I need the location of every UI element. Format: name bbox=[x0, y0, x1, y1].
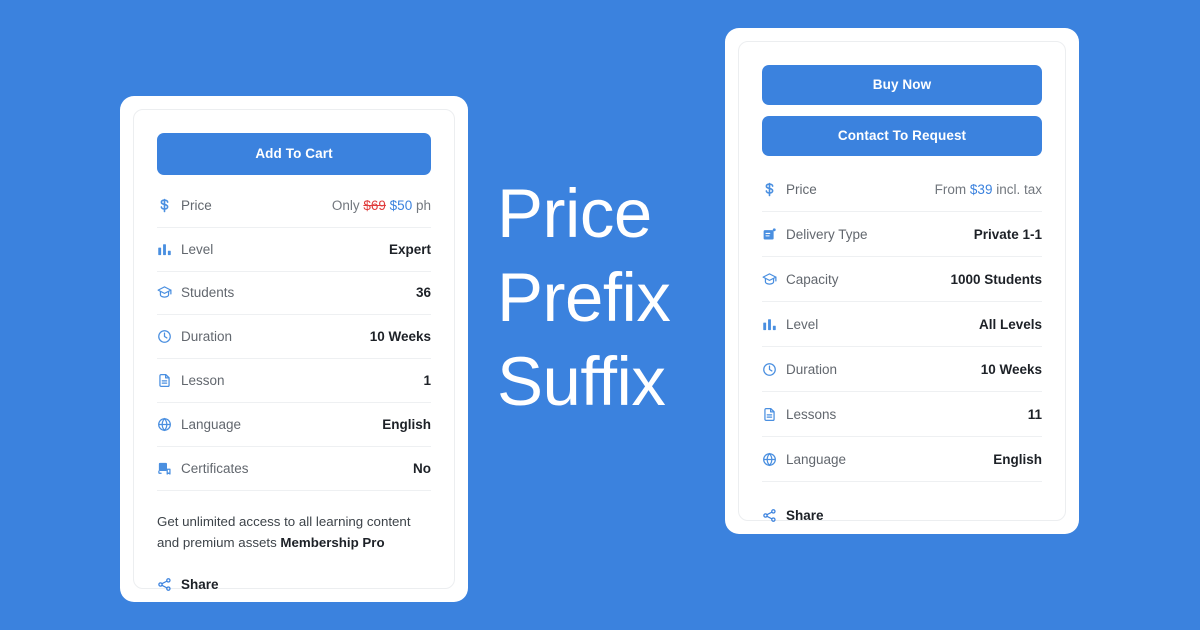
graduation-cap-icon bbox=[762, 272, 777, 287]
spec-value-text: 10 Weeks bbox=[980, 361, 1042, 377]
clock-icon bbox=[762, 362, 777, 377]
share-icon bbox=[762, 508, 777, 523]
price-new: $39 bbox=[969, 181, 993, 197]
share-button-right[interactable]: Share bbox=[762, 482, 1042, 523]
spec-label-group: Duration bbox=[762, 362, 837, 377]
spec-label-group: Price bbox=[157, 198, 212, 213]
spec-label-text: Price bbox=[786, 181, 817, 197]
spec-row-language: Language English bbox=[762, 437, 1042, 482]
spec-row-lessons: Lessons 11 bbox=[762, 392, 1042, 437]
spec-value-price: Only $69 $50 ph bbox=[332, 198, 431, 213]
spec-label-text: Delivery Type bbox=[786, 226, 868, 242]
spec-value-text: 11 bbox=[1027, 406, 1042, 422]
spec-label-group: Delivery Type bbox=[762, 227, 868, 242]
spec-value-text: 1 bbox=[423, 373, 431, 389]
globe-icon bbox=[762, 452, 777, 467]
add-to-cart-button[interactable]: Add To Cart bbox=[157, 133, 431, 175]
spec-label-group: Duration bbox=[157, 329, 232, 344]
spec-label-text: Lessons bbox=[786, 406, 837, 422]
clock-icon bbox=[157, 329, 172, 344]
document-icon bbox=[762, 407, 777, 422]
share-icon bbox=[157, 577, 172, 592]
share-label: Share bbox=[786, 508, 824, 523]
buy-now-button[interactable]: Buy Now bbox=[762, 65, 1042, 105]
spec-label-group: Lessons bbox=[762, 407, 836, 422]
left-card-panel: Add To Cart Price Only $69 $50 ph Level … bbox=[133, 109, 455, 592]
spec-label-group: Level bbox=[157, 242, 213, 257]
left-spec-list: Price Only $69 $50 ph Level Expert Stude… bbox=[157, 184, 431, 491]
headline-line-2: Prefix bbox=[497, 259, 671, 337]
spec-label-text: Language bbox=[181, 416, 242, 432]
spec-row-level: Level All Levels bbox=[762, 302, 1042, 347]
bar-chart-icon bbox=[762, 317, 777, 332]
membership-note: Get unlimited access to all learning con… bbox=[157, 491, 431, 553]
share-button-left[interactable]: Share bbox=[157, 553, 431, 592]
right-pricing-card: Buy Now Contact To Request Price From $3… bbox=[725, 28, 1079, 534]
spec-label-group: Capacity bbox=[762, 272, 839, 287]
price-prefix: From bbox=[934, 181, 967, 197]
spec-row-students: Students 36 bbox=[157, 272, 431, 316]
spec-row-language: Language English bbox=[157, 403, 431, 447]
graduation-cap-icon bbox=[157, 285, 172, 300]
page-title: Price Prefix Suffix bbox=[497, 172, 717, 425]
spec-value-text: 1000 Students bbox=[950, 271, 1042, 287]
spec-row-price: Price From $39 incl. tax bbox=[762, 167, 1042, 212]
spec-label-text: Capacity bbox=[786, 271, 839, 287]
spec-row-duration: Duration 10 Weeks bbox=[157, 315, 431, 360]
bar-chart-icon bbox=[157, 242, 172, 257]
spec-label-text: Language bbox=[786, 451, 847, 467]
spec-value-text: English bbox=[382, 416, 431, 432]
spec-row-level: Level Expert bbox=[157, 228, 431, 272]
spec-label-group: Language bbox=[157, 417, 241, 432]
headline-line-3: Suffix bbox=[497, 343, 666, 421]
price-prefix: Only bbox=[331, 197, 360, 213]
dollar-icon bbox=[762, 182, 777, 197]
spec-label-text: Lesson bbox=[181, 373, 225, 389]
certificate-icon bbox=[157, 461, 172, 476]
spec-label-text: Students bbox=[181, 285, 235, 301]
globe-icon bbox=[157, 417, 172, 432]
spec-value-price: From $39 incl. tax bbox=[935, 182, 1042, 197]
spec-value-text: All Levels bbox=[978, 316, 1042, 332]
spec-value-text: Private 1-1 bbox=[973, 226, 1042, 242]
spec-label-text: Level bbox=[786, 316, 819, 332]
spec-row-delivery-type: Delivery Type Private 1-1 bbox=[762, 212, 1042, 257]
share-label: Share bbox=[181, 576, 219, 592]
spec-label-group: Certificates bbox=[157, 461, 249, 476]
spec-label-text: Duration bbox=[786, 361, 838, 377]
spec-label-group: Price bbox=[762, 182, 817, 197]
membership-note-highlight: Membership Pro bbox=[280, 534, 385, 550]
dollar-icon bbox=[157, 198, 172, 213]
spec-row-price: Price Only $69 $50 ph bbox=[157, 184, 431, 228]
left-pricing-card: Add To Cart Price Only $69 $50 ph Level … bbox=[120, 96, 468, 602]
price-old: $69 bbox=[363, 197, 386, 213]
spec-value-text: 10 Weeks bbox=[369, 329, 431, 345]
spec-row-lesson: Lesson 1 bbox=[157, 359, 431, 403]
spec-label-group: Language bbox=[762, 452, 846, 467]
spec-label-text: Level bbox=[181, 241, 214, 257]
spec-label-text: Duration bbox=[181, 329, 233, 345]
poster-canvas: Add To Cart Price Only $69 $50 ph Level … bbox=[0, 0, 1200, 630]
spec-value-text: No bbox=[413, 460, 431, 476]
spec-label-group: Level bbox=[762, 317, 818, 332]
spec-label-group: Lesson bbox=[157, 373, 225, 388]
spec-value-text: 36 bbox=[415, 285, 431, 301]
id-card-icon bbox=[762, 227, 777, 242]
right-spec-list: Price From $39 incl. tax Delivery Type P… bbox=[762, 167, 1042, 482]
contact-to-request-button[interactable]: Contact To Request bbox=[762, 116, 1042, 156]
spec-row-certificates: Certificates No bbox=[157, 447, 431, 491]
spec-label-text: Certificates bbox=[181, 460, 249, 476]
spec-row-duration: Duration 10 Weeks bbox=[762, 347, 1042, 392]
document-icon bbox=[157, 373, 172, 388]
right-card-panel: Buy Now Contact To Request Price From $3… bbox=[738, 41, 1066, 523]
spec-value-text: Expert bbox=[388, 241, 431, 257]
headline-line-1: Price bbox=[497, 175, 652, 252]
spec-row-capacity: Capacity 1000 Students bbox=[762, 257, 1042, 302]
price-new: $50 bbox=[389, 197, 413, 213]
spec-label-group: Students bbox=[157, 285, 234, 300]
price-suffix: ph bbox=[415, 197, 431, 213]
spec-label-text: Price bbox=[181, 197, 212, 213]
price-suffix: incl. tax bbox=[996, 181, 1042, 197]
spec-value-text: English bbox=[993, 451, 1042, 467]
